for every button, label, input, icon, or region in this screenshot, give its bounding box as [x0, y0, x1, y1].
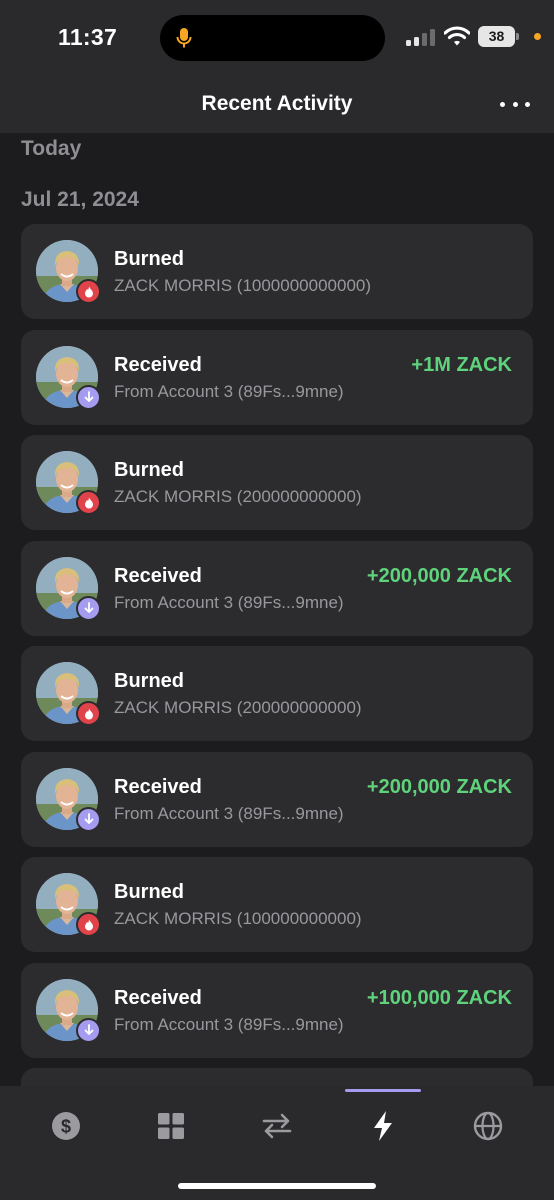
more-options-icon[interactable] [500, 96, 530, 112]
signal-icon [406, 28, 436, 46]
activity-title: Burned [114, 459, 184, 481]
page-title: Recent Activity [201, 92, 353, 115]
tab-activity[interactable] [363, 1106, 403, 1146]
battery-icon: 38 [478, 26, 519, 47]
status-time: 11:37 [58, 24, 118, 50]
activity-amount: +1M ZACK [411, 353, 512, 376]
activity-subtitle: From Account 3 (89Fs...9mne) [114, 381, 344, 401]
tab-swap[interactable] [257, 1106, 297, 1146]
activity-amount: +200,000 ZACK [366, 775, 512, 798]
receive-badge [76, 1017, 101, 1043]
microphone-icon [176, 28, 192, 48]
activity-title: Received [114, 775, 202, 798]
wifi-icon [444, 26, 470, 46]
activity-subtitle: From Account 3 (89Fs...9mne) [114, 592, 344, 612]
activity-title: Burned [114, 881, 184, 903]
burn-icon [84, 708, 93, 719]
activity-title: Received [114, 564, 202, 587]
receive-badge [76, 806, 101, 832]
activity-title: Burned [114, 248, 184, 270]
burn-icon [84, 286, 93, 297]
activity-amount: +100,000 ZACK [366, 986, 512, 1009]
activity-amount: +200,000 ZACK [366, 564, 512, 587]
top-bar: 11:37 38 Recent Activity [0, 0, 554, 133]
section-date: Jul 21, 2024 [21, 188, 139, 211]
activity-subtitle: ZACK MORRIS (100000000000) [114, 909, 362, 928]
tab-explore[interactable] [468, 1106, 508, 1146]
arrow-down-icon [84, 1024, 93, 1035]
tab-collectibles[interactable] [151, 1106, 191, 1146]
arrow-down-icon [84, 602, 93, 613]
battery-level: 38 [488, 28, 505, 44]
svg-text:$: $ [61, 1117, 71, 1137]
activity-item[interactable]: Received From Account 3 (89Fs...9mne) +1… [21, 962, 533, 1058]
section-today: Today [21, 137, 82, 160]
activity-title: Burned [114, 670, 184, 692]
activity-item[interactable]: Burned ZACK MORRIS (100000000000) [21, 857, 533, 952]
activity-item[interactable]: Burned ZACK MORRIS (200000000000) [21, 435, 533, 530]
globe-icon [473, 1111, 503, 1141]
activity-subtitle: From Account 3 (89Fs...9mne) [114, 803, 344, 823]
burn-icon [84, 497, 93, 508]
home-indicator[interactable] [178, 1183, 376, 1189]
activity-subtitle: From Account 3 (89Fs...9mne) [114, 1014, 344, 1034]
activity-item[interactable]: Burned ZACK MORRIS (1000000000000) [21, 224, 533, 319]
receive-badge [76, 595, 101, 621]
tab-bar: $ [0, 1086, 554, 1200]
activity-item[interactable]: Received From Account 3 (89Fs...9mne) +2… [21, 751, 533, 847]
activity-title: Received [114, 986, 202, 1009]
activity-subtitle: ZACK MORRIS (200000000000) [114, 487, 362, 506]
lightning-icon [374, 1111, 392, 1141]
burn-badge [76, 912, 101, 937]
active-tab-indicator [345, 1089, 421, 1092]
burn-badge [76, 490, 101, 515]
grid-icon [158, 1113, 184, 1139]
activity-title: Received [114, 353, 202, 376]
arrow-down-icon [84, 813, 93, 824]
burn-badge [76, 701, 101, 726]
dollar-icon: $ [52, 1112, 80, 1140]
receive-badge [76, 384, 101, 410]
burn-badge [76, 279, 101, 304]
burn-icon [84, 919, 93, 930]
activity-item[interactable]: Received From Account 3 (89Fs...9mne) +1… [21, 329, 533, 425]
tab-wallet[interactable]: $ [46, 1106, 86, 1146]
swap-icon [262, 1113, 292, 1139]
activity-list[interactable]: Burned ZACK MORRIS (1000000000000) Recei… [21, 224, 533, 1086]
activity-item[interactable]: Burned ZACK MORRIS (200000000000) [21, 646, 533, 741]
activity-subtitle: ZACK MORRIS (1000000000000) [114, 276, 372, 295]
activity-item-partial[interactable] [21, 1068, 533, 1086]
arrow-down-icon [84, 391, 93, 402]
activity-subtitle: ZACK MORRIS (200000000000) [114, 698, 362, 717]
dynamic-island [160, 15, 385, 61]
privacy-indicator-dot [534, 33, 541, 40]
activity-item[interactable]: Received From Account 3 (89Fs...9mne) +2… [21, 540, 533, 636]
